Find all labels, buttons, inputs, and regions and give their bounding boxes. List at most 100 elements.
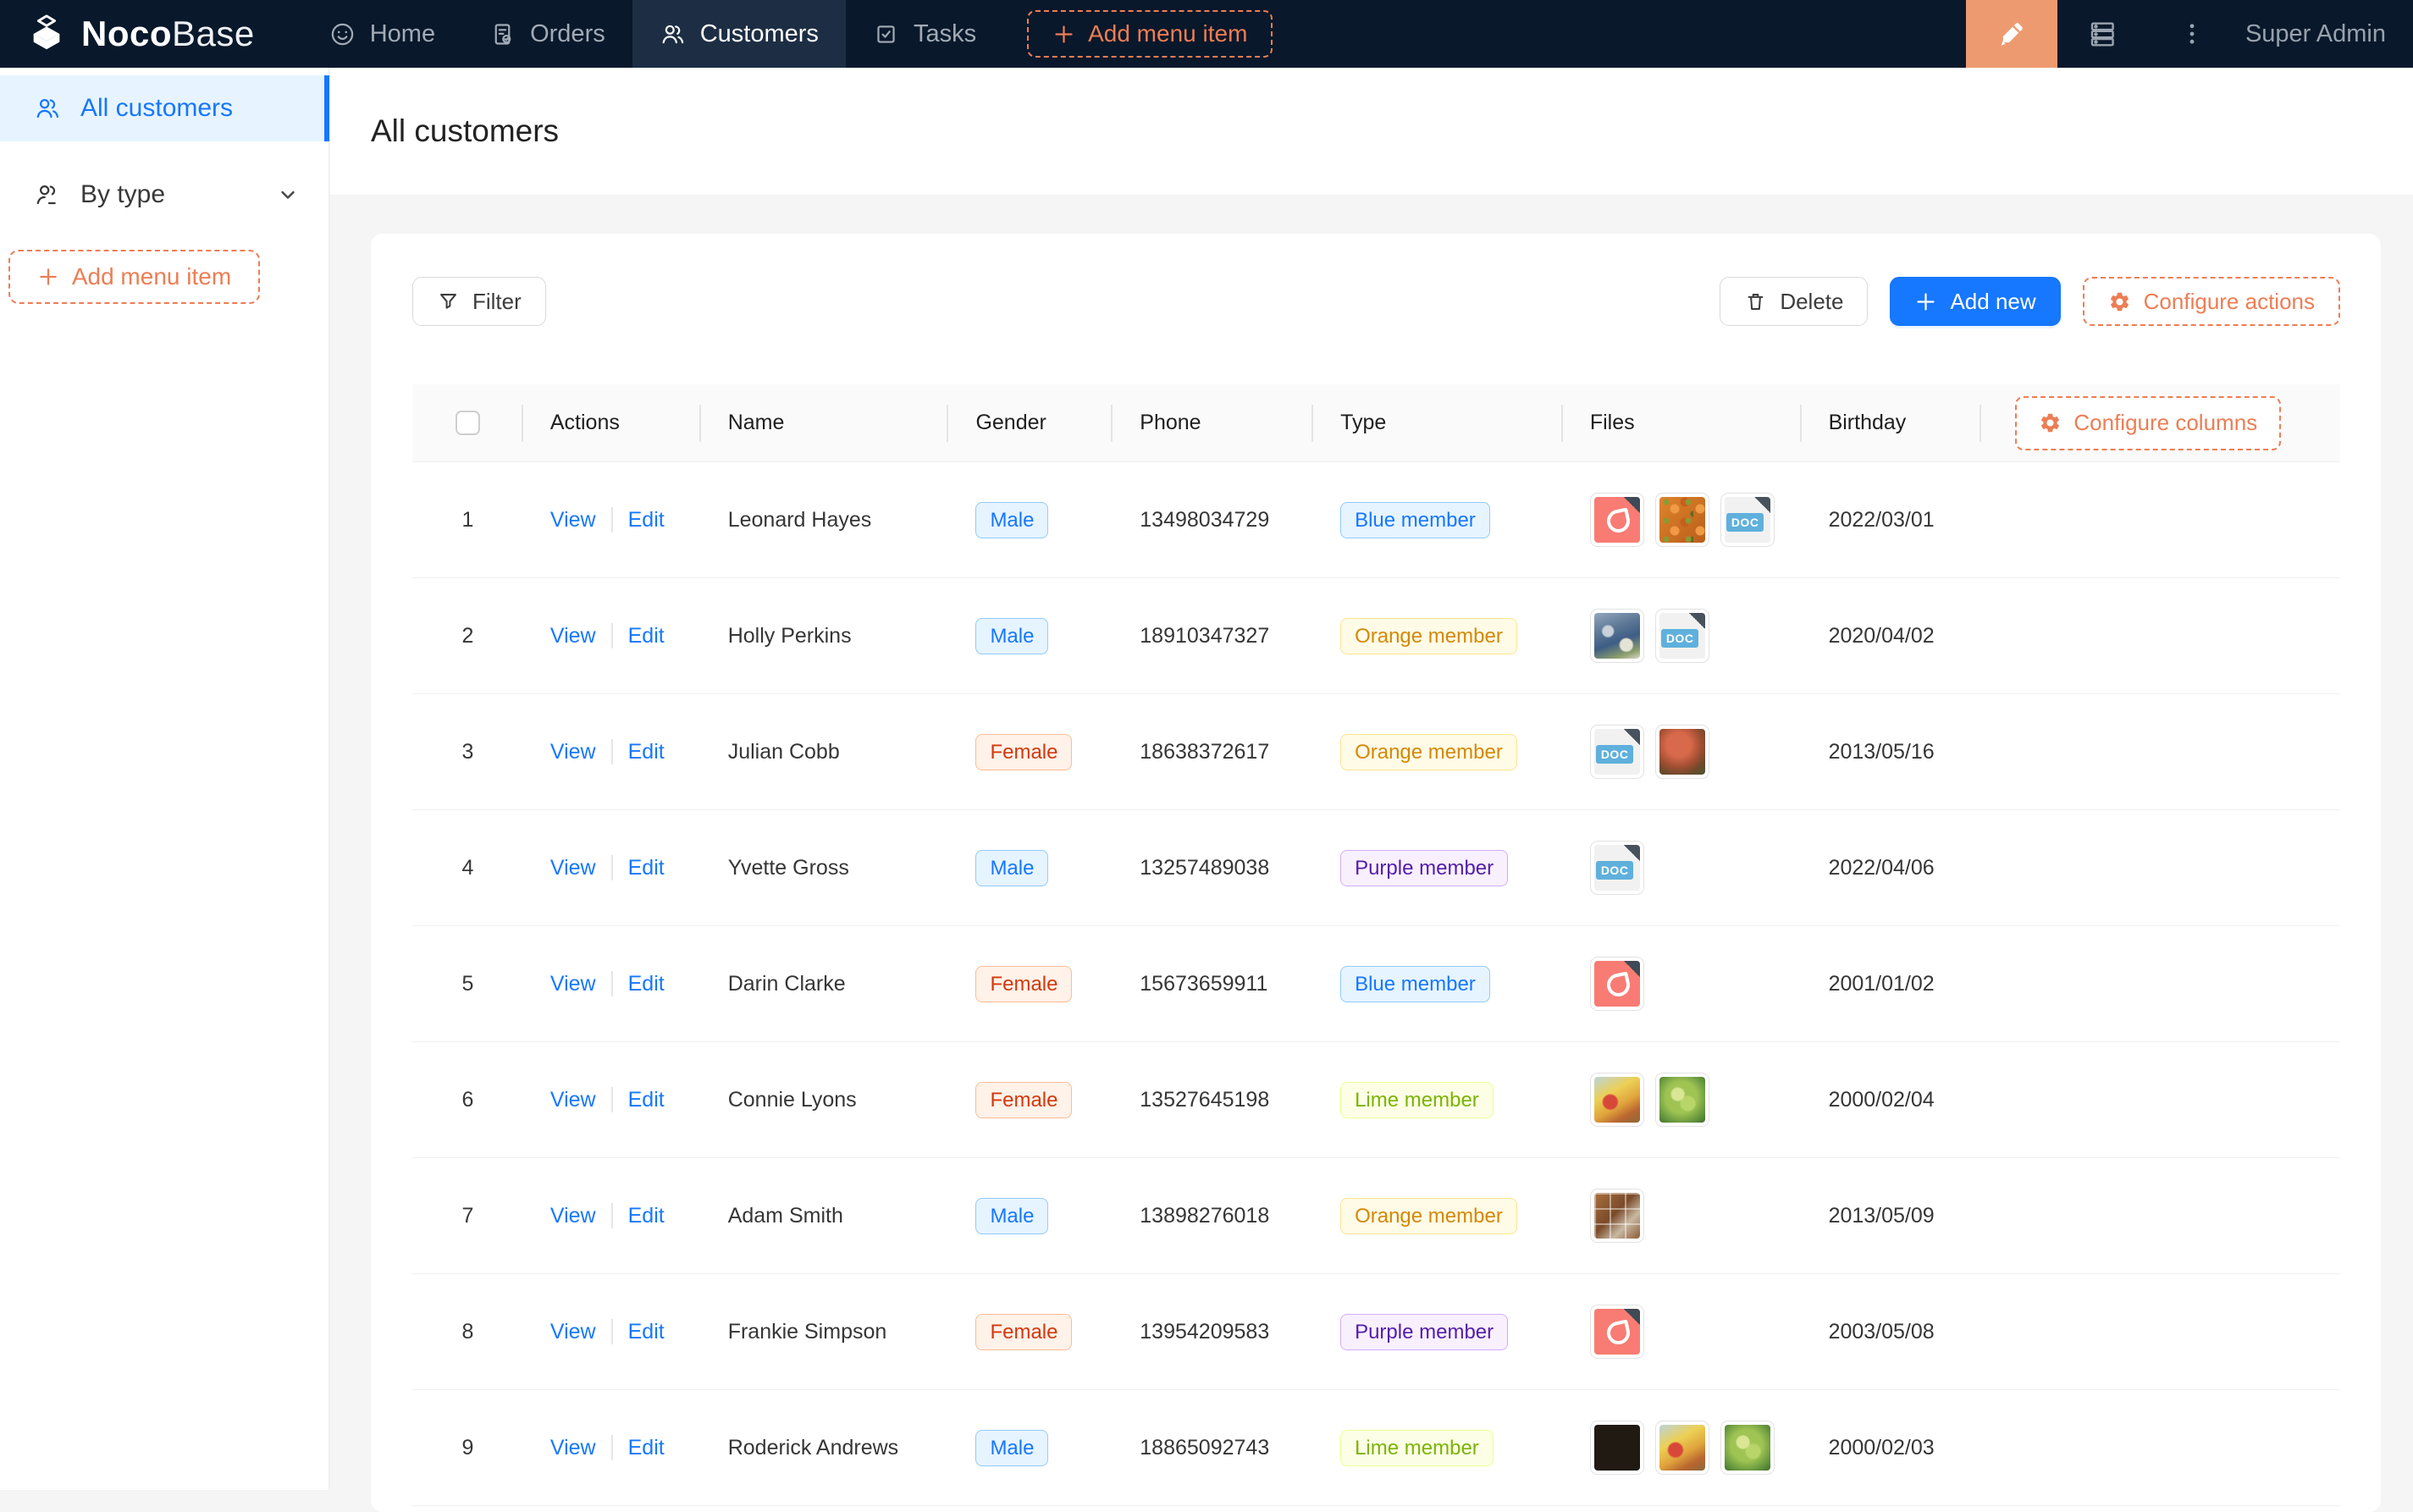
- gender-tag: Male: [975, 618, 1048, 654]
- chevron-down-icon[interactable]: [276, 183, 300, 207]
- add-new-button[interactable]: Add new: [1890, 277, 2060, 326]
- gender-tag: Male: [975, 1430, 1048, 1466]
- more-menu-button[interactable]: [2147, 0, 2237, 68]
- nav-tab-label: Tasks: [914, 20, 976, 48]
- view-link[interactable]: View: [550, 1320, 596, 1344]
- nocobase-logo[interactable]: NocoBase: [0, 14, 280, 54]
- divider: [611, 1319, 613, 1344]
- row-index: 9: [412, 1436, 523, 1460]
- birthday: 2013/05/09: [1802, 1204, 1982, 1228]
- table-row: 6 ViewEdit Connie Lyons Female 135276451…: [412, 1042, 2340, 1158]
- page-body: Filter Delete: [330, 195, 2413, 1512]
- file-thumbnail[interactable]: [1590, 841, 1644, 895]
- edit-link[interactable]: Edit: [628, 508, 665, 533]
- type-tag: Lime member: [1340, 1082, 1494, 1118]
- view-link[interactable]: View: [550, 972, 596, 996]
- view-link[interactable]: View: [550, 856, 596, 880]
- column-header-phone: Phone: [1113, 384, 1313, 461]
- edit-link[interactable]: Edit: [628, 1204, 665, 1228]
- table-row: 5 ViewEdit Darin Clarke Female 156736599…: [412, 926, 2340, 1042]
- phone: 18910347327: [1113, 624, 1313, 648]
- row-index: 7: [412, 1204, 523, 1228]
- view-link[interactable]: View: [550, 1204, 596, 1228]
- sidebar-item-all-customers[interactable]: All customers: [0, 75, 329, 141]
- file-thumbnail[interactable]: [1590, 957, 1644, 1011]
- customer-name: Holly Perkins: [701, 624, 949, 648]
- user-menu[interactable]: Super Admin: [2237, 20, 2413, 48]
- table-row: 1 ViewEdit Leonard Hayes Male 1349803472…: [412, 462, 2340, 578]
- table-header: Actions Name Gender Phone Type Files Bir…: [412, 384, 2340, 462]
- view-link[interactable]: View: [550, 624, 596, 648]
- view-link[interactable]: View: [550, 508, 596, 533]
- edit-link[interactable]: Edit: [628, 1088, 665, 1112]
- divider: [611, 1435, 613, 1460]
- trash-icon: [1744, 290, 1767, 313]
- table-row: 3 ViewEdit Julian Cobb Female 1863837261…: [412, 694, 2340, 810]
- top-navbar: NocoBase Home: [0, 0, 2413, 68]
- file-thumbnail[interactable]: [1590, 1189, 1644, 1243]
- file-thumbnail[interactable]: [1590, 725, 1644, 779]
- nav-tab-orders[interactable]: Orders: [462, 0, 632, 68]
- home-icon: [329, 21, 356, 47]
- page-header: All customers: [330, 68, 2413, 195]
- gender-tag: Male: [975, 1198, 1048, 1234]
- sidebar-item-by-type[interactable]: By type: [0, 162, 329, 228]
- ui-editor-icon: [1996, 18, 2028, 50]
- row-index: 3: [412, 740, 523, 764]
- row-index: 5: [412, 972, 523, 996]
- configure-actions-button[interactable]: Configure actions: [2083, 277, 2340, 326]
- file-thumbnail[interactable]: [1590, 493, 1644, 547]
- file-thumbnail[interactable]: [1655, 1421, 1709, 1475]
- sidebar: All customers By type Add menu item: [0, 68, 329, 1490]
- birthday: 2020/04/02: [1802, 624, 1982, 648]
- plugins-button[interactable]: [2057, 0, 2147, 68]
- column-header-files: Files: [1563, 384, 1802, 461]
- nav-tab-customers[interactable]: Customers: [632, 0, 846, 68]
- edit-link[interactable]: Edit: [628, 740, 665, 764]
- table-toolbar: Filter Delete: [371, 234, 2381, 326]
- nav-tab-label: Home: [370, 20, 435, 48]
- divider: [611, 1203, 613, 1228]
- ui-editor-button[interactable]: [1966, 0, 2057, 68]
- file-thumbnail[interactable]: [1655, 493, 1709, 547]
- customer-name: Connie Lyons: [701, 1088, 949, 1112]
- divider: [611, 507, 613, 533]
- file-thumbnail[interactable]: [1590, 1073, 1644, 1127]
- nav-add-menu-item-button[interactable]: Add menu item: [1027, 10, 1273, 58]
- view-link[interactable]: View: [550, 1088, 596, 1112]
- gender-tag: Female: [975, 1082, 1072, 1118]
- edit-link[interactable]: Edit: [628, 1436, 665, 1460]
- select-all-checkbox[interactable]: [456, 411, 480, 435]
- row-index: 2: [412, 624, 523, 648]
- file-thumbnail[interactable]: [1655, 1073, 1709, 1127]
- edit-link[interactable]: Edit: [628, 972, 665, 996]
- view-link[interactable]: View: [550, 740, 596, 764]
- delete-button[interactable]: Delete: [1720, 277, 1868, 326]
- nav-tab-tasks[interactable]: Tasks: [846, 0, 1003, 68]
- nav-tab-home[interactable]: Home: [302, 0, 462, 68]
- file-thumbnail[interactable]: [1655, 725, 1709, 779]
- file-thumbnail[interactable]: [1590, 1305, 1644, 1359]
- filter-button[interactable]: Filter: [412, 277, 546, 326]
- file-thumbnail[interactable]: [1720, 493, 1775, 547]
- page-content: All customers Filter: [330, 68, 2413, 1490]
- edit-link[interactable]: Edit: [628, 1320, 665, 1344]
- nav-tab-label: Customers: [700, 20, 819, 48]
- plus-icon: [37, 266, 59, 288]
- edit-link[interactable]: Edit: [628, 624, 665, 648]
- file-thumbnail[interactable]: [1720, 1421, 1775, 1475]
- table-row: 9 ViewEdit Roderick Andrews Male 1886509…: [412, 1390, 2340, 1506]
- sidebar-add-menu-item-button[interactable]: Add menu item: [8, 250, 260, 304]
- customers-table: Actions Name Gender Phone Type Files Bir…: [412, 384, 2340, 1506]
- file-thumbnail[interactable]: [1655, 609, 1709, 663]
- view-link[interactable]: View: [550, 1436, 596, 1460]
- filter-icon: [437, 290, 460, 313]
- users-icon: [34, 95, 61, 122]
- edit-link[interactable]: Edit: [628, 856, 665, 880]
- file-thumbnail[interactable]: [1590, 609, 1644, 663]
- file-thumbnail[interactable]: [1590, 1421, 1644, 1475]
- birthday: 2022/03/01: [1802, 508, 1982, 533]
- type-tag: Orange member: [1340, 618, 1517, 654]
- customer-name: Roderick Andrews: [701, 1436, 949, 1460]
- configure-columns-button[interactable]: Configure columns: [2015, 396, 2281, 450]
